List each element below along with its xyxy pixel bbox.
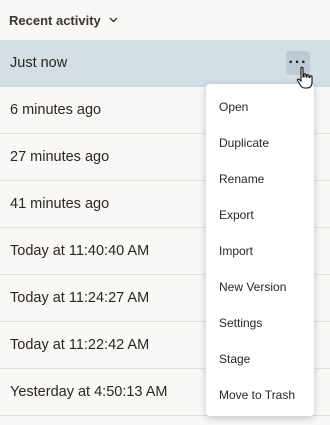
list-item-label: Today at 11:40:40 AM — [10, 243, 150, 259]
chevron-down-icon[interactable] — [109, 17, 118, 23]
menu-item-stage[interactable]: Stage — [206, 341, 314, 377]
more-horizontal-icon: ··· — [288, 54, 308, 71]
menu-item-duplicate[interactable]: Duplicate — [206, 125, 314, 161]
menu-item-move-to-trash[interactable]: Move to Trash — [206, 377, 314, 413]
list-item-label: Today at 11:24:27 AM — [10, 290, 150, 306]
context-menu: Open Duplicate Rename Export Import New … — [206, 84, 314, 416]
header-title: Recent activity — [9, 12, 101, 28]
menu-item-new-version[interactable]: New Version — [206, 269, 314, 305]
list-item-label: 27 minutes ago — [10, 149, 110, 165]
menu-item-export[interactable]: Export — [206, 197, 314, 233]
recent-activity-header[interactable]: Recent activity — [0, 0, 330, 40]
menu-item-open[interactable]: Open — [206, 89, 314, 125]
menu-item-import[interactable]: Import — [206, 233, 314, 269]
list-item-label: 41 minutes ago — [10, 196, 110, 212]
list-item[interactable]: Just now ··· — [0, 40, 330, 87]
menu-item-settings[interactable]: Settings — [206, 305, 314, 341]
list-item-label: Yesterday at 4:50:13 AM — [10, 384, 168, 400]
list-item-label: 6 minutes ago — [10, 102, 102, 118]
more-actions-button[interactable]: ··· — [286, 51, 310, 75]
list-item-label: Just now — [10, 55, 68, 71]
menu-item-rename[interactable]: Rename — [206, 161, 314, 197]
list-item-label: Today at 11:22:42 AM — [10, 337, 150, 353]
